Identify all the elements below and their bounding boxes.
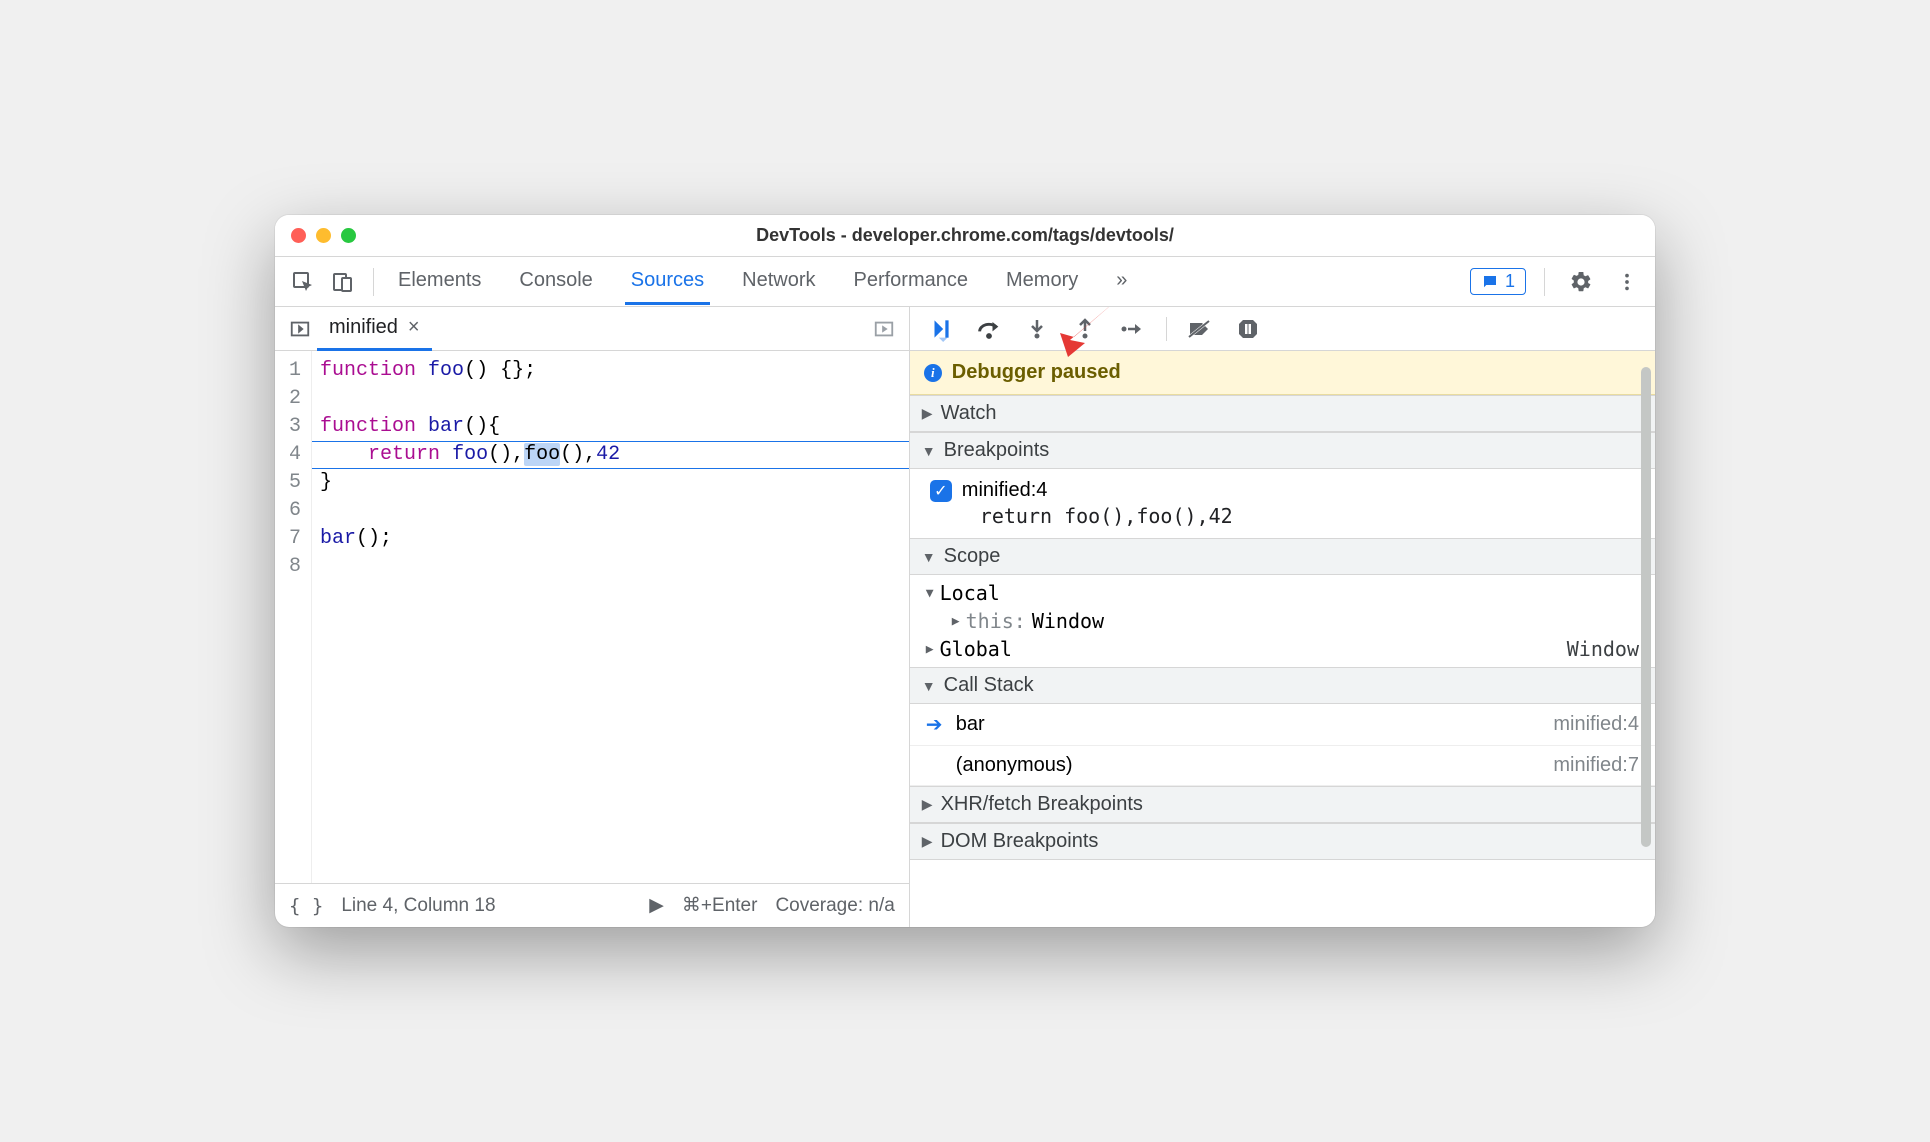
step-button[interactable]	[1118, 314, 1148, 344]
editor-statusbar: { } Line 4, Column 18 ▶ ⌘+Enter Coverage…	[275, 883, 909, 927]
kebab-menu-icon[interactable]	[1609, 264, 1645, 300]
callstack-frame[interactable]: ➔barminified:4	[910, 704, 1655, 746]
breakpoint-code: return foo(),foo(),42	[930, 502, 1639, 528]
scope-global[interactable]: ▶ Global Window	[910, 635, 1655, 663]
collapse-icon: ▼	[922, 443, 936, 459]
tab-more[interactable]: »	[1110, 259, 1133, 305]
resume-button[interactable]	[926, 314, 956, 344]
main-toolbar: Elements Console Sources Network Perform…	[275, 257, 1655, 307]
deactivate-breakpoints-button[interactable]	[1185, 314, 1215, 344]
section-callstack[interactable]: ▼ Call Stack	[910, 667, 1655, 704]
breakpoint-label: minified:4	[962, 479, 1048, 502]
tab-performance[interactable]: Performance	[848, 259, 975, 305]
coverage-label: Coverage: n/a	[775, 895, 894, 917]
collapse-icon: ▼	[926, 586, 934, 601]
expand-icon: ▶	[926, 642, 934, 657]
settings-gear-icon[interactable]	[1563, 264, 1599, 300]
expand-icon: ▶	[922, 833, 933, 850]
section-scope[interactable]: ▼ Scope	[910, 538, 1655, 575]
debugger-paused-banner: i Debugger paused	[910, 351, 1655, 395]
section-dom-breakpoints[interactable]: ▶ DOM Breakpoints	[910, 823, 1655, 860]
expand-icon: ▶	[922, 405, 933, 422]
close-file-tab-icon[interactable]: ×	[408, 316, 420, 339]
debugger-pane: i Debugger paused ▶ Watch ▼ Breakpoints …	[910, 307, 1655, 927]
zoom-window-button[interactable]	[341, 228, 356, 243]
close-window-button[interactable]	[291, 228, 306, 243]
scrollbar[interactable]	[1641, 367, 1651, 887]
tab-network[interactable]: Network	[736, 259, 821, 305]
toolbar-divider	[1166, 317, 1167, 341]
scope-body: ▼ Local ▶ this: Window ▶ Global Window	[910, 575, 1655, 667]
tab-memory[interactable]: Memory	[1000, 259, 1084, 305]
step-out-button[interactable]	[1070, 314, 1100, 344]
section-watch[interactable]: ▶ Watch	[910, 395, 1655, 432]
editor-pane: minified × 12345678 function foo() {};fu…	[275, 307, 910, 927]
cursor-position: Line 4, Column 18	[341, 895, 495, 917]
pause-on-exceptions-button[interactable]	[1233, 314, 1263, 344]
file-tab-minified[interactable]: minified ×	[317, 307, 432, 351]
minimize-window-button[interactable]	[316, 228, 331, 243]
breakpoint-item[interactable]: ✓ minified:4 return foo(),foo(),42	[910, 475, 1655, 532]
paused-text: Debugger paused	[952, 361, 1121, 384]
window-controls	[291, 228, 356, 243]
step-into-button[interactable]	[1022, 314, 1052, 344]
run-snippet-icon[interactable]	[867, 318, 901, 340]
info-icon: i	[924, 364, 942, 382]
scrollbar-thumb[interactable]	[1641, 367, 1651, 847]
window-title: DevTools - developer.chrome.com/tags/dev…	[275, 225, 1655, 246]
pretty-print-icon[interactable]: { }	[289, 895, 323, 917]
device-toggle-icon[interactable]	[325, 264, 361, 300]
line-gutter: 12345678	[275, 351, 312, 883]
collapse-icon: ▼	[922, 678, 936, 694]
titlebar: DevTools - developer.chrome.com/tags/dev…	[275, 215, 1655, 257]
breakpoint-checkbox[interactable]: ✓	[930, 480, 952, 502]
scope-local[interactable]: ▼ Local	[910, 579, 1655, 607]
panel-tabs: Elements Console Sources Network Perform…	[386, 259, 1133, 305]
workspace: minified × 12345678 function foo() {};fu…	[275, 307, 1655, 927]
code-area[interactable]: function foo() {};function bar(){ return…	[312, 351, 909, 883]
step-over-button[interactable]	[974, 314, 1004, 344]
toolbar-divider	[1544, 268, 1545, 296]
scope-this[interactable]: ▶ this: Window	[910, 607, 1655, 635]
tab-sources[interactable]: Sources	[625, 259, 710, 305]
code-editor[interactable]: 12345678 function foo() {};function bar(…	[275, 351, 909, 883]
run-shortcut: ⌘+Enter	[682, 894, 758, 917]
devtools-window: DevTools - developer.chrome.com/tags/dev…	[275, 215, 1655, 927]
toolbar-divider	[373, 268, 374, 296]
section-xhr-breakpoints[interactable]: ▶ XHR/fetch Breakpoints	[910, 786, 1655, 823]
callstack-body: ➔barminified:4(anonymous)minified:7	[910, 704, 1655, 786]
run-play-icon[interactable]: ▶	[649, 894, 664, 917]
expand-icon: ▶	[952, 614, 960, 629]
file-tab-name: minified	[329, 316, 398, 339]
breakpoints-body: ✓ minified:4 return foo(),foo(),42	[910, 469, 1655, 538]
issues-chip[interactable]: 1	[1470, 268, 1526, 295]
show-navigator-icon[interactable]	[283, 318, 317, 340]
expand-icon: ▶	[922, 796, 933, 813]
tab-console[interactable]: Console	[513, 259, 598, 305]
tab-elements[interactable]: Elements	[392, 259, 487, 305]
section-breakpoints[interactable]: ▼ Breakpoints	[910, 432, 1655, 469]
collapse-icon: ▼	[922, 549, 936, 565]
debugger-toolbar	[910, 307, 1655, 351]
issues-count: 1	[1505, 271, 1515, 292]
file-tab-strip: minified ×	[275, 307, 909, 351]
inspect-element-icon[interactable]	[285, 264, 321, 300]
callstack-frame[interactable]: (anonymous)minified:7	[910, 746, 1655, 786]
